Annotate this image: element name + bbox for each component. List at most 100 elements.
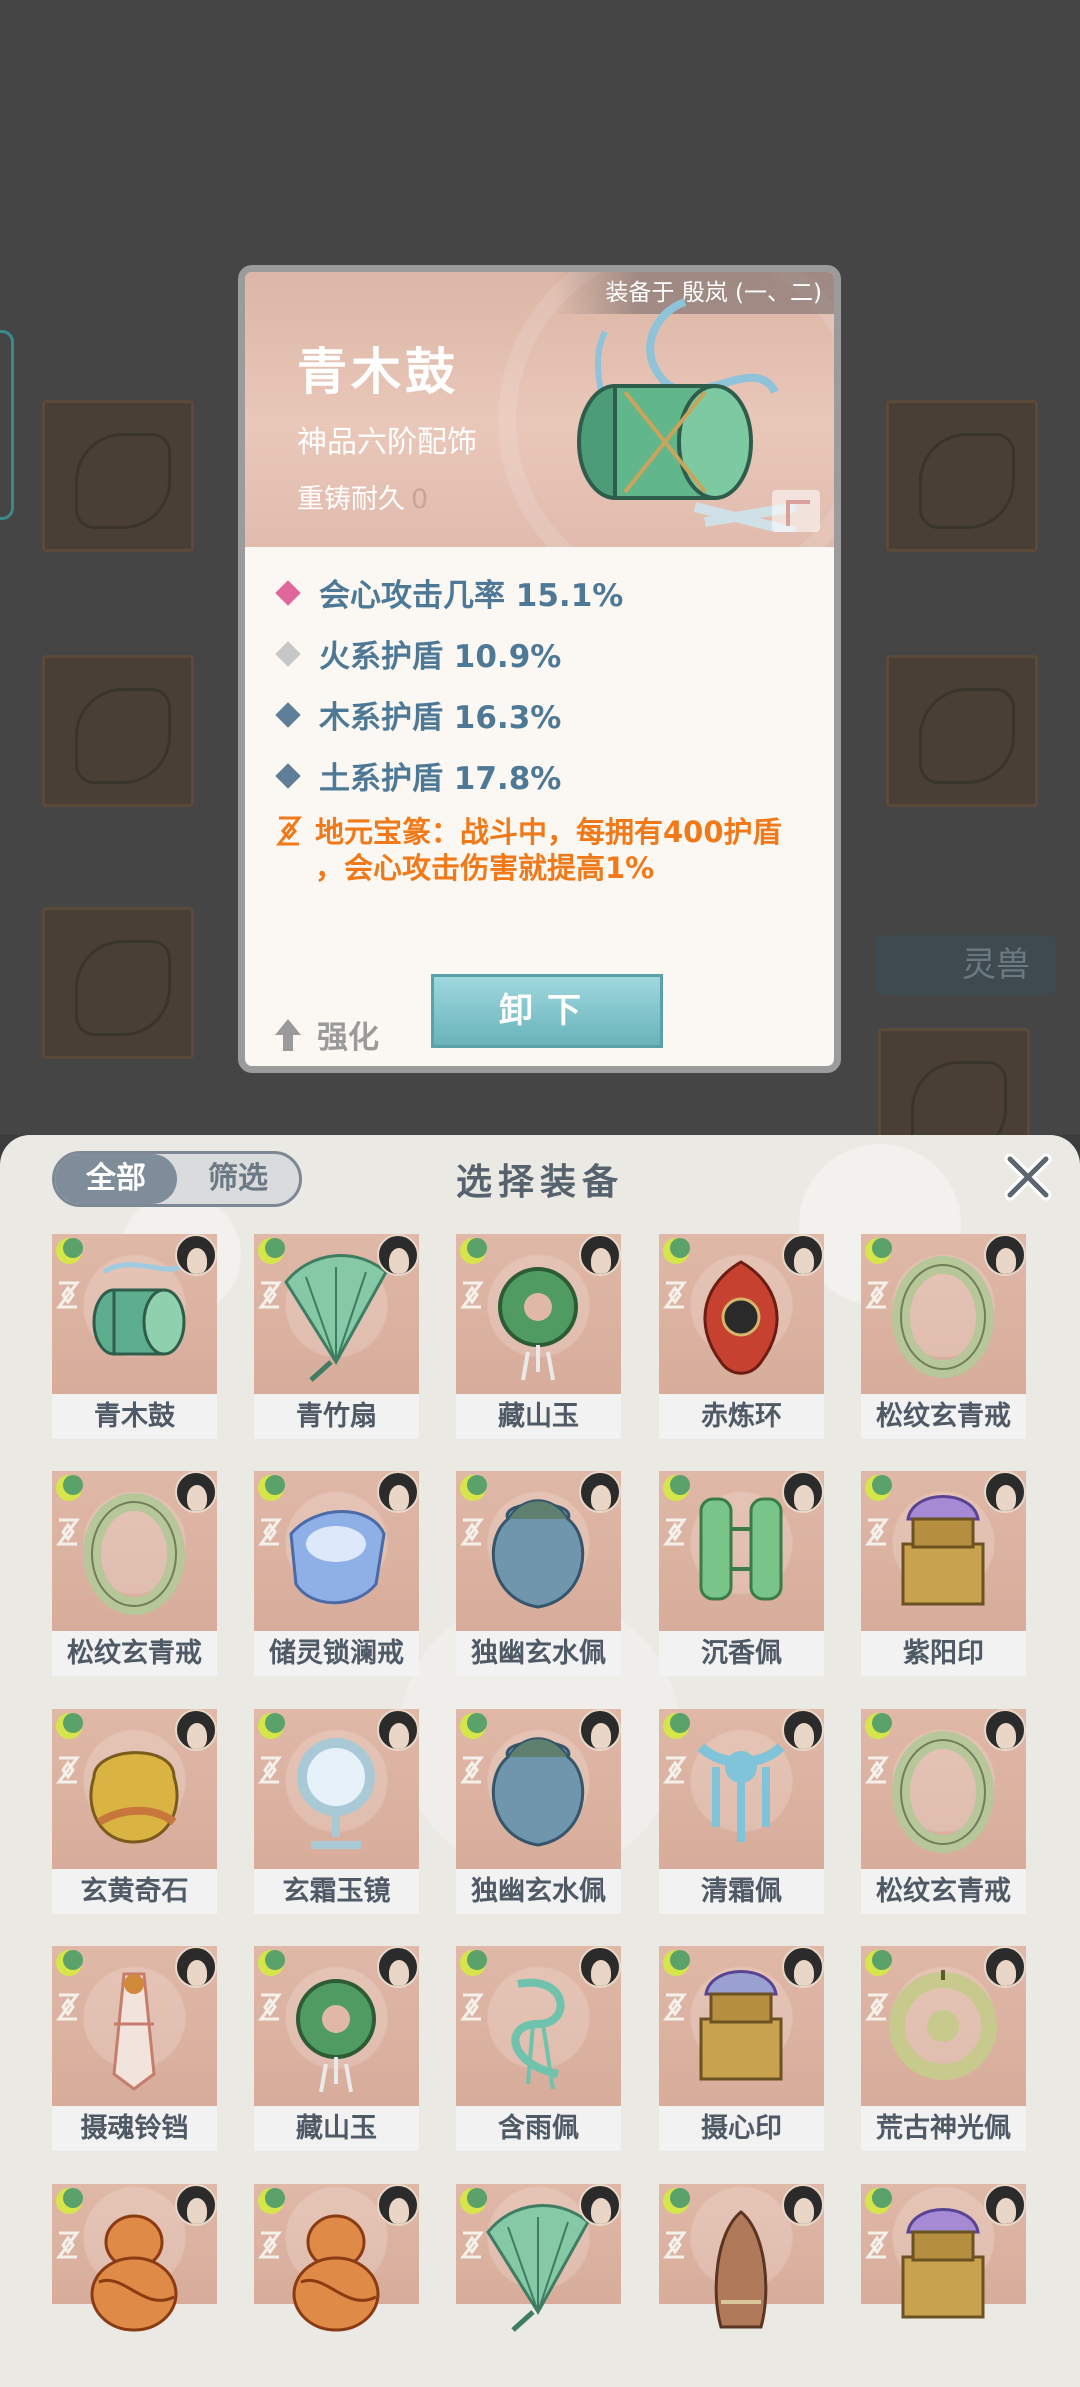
equipment-name: 赤炼环 [659, 1394, 824, 1439]
equipment-card[interactable] [861, 2184, 1026, 2319]
owner-avatar [175, 1946, 217, 1988]
jar-icon [491, 1737, 585, 1847]
element-glyph-icon [865, 1993, 889, 2021]
element-glyph-icon [865, 1281, 889, 1309]
diamond-icon [275, 579, 301, 606]
element-glyph-icon [258, 1993, 282, 2021]
element-glyph-icon [56, 1993, 80, 2021]
equipment-card[interactable] [254, 2184, 419, 2332]
skill-text-line1: 地元宝篆：战斗中，每拥有400护盾 [315, 815, 782, 849]
owner-avatar [984, 1234, 1026, 1276]
jar-icon [491, 1499, 585, 1609]
grade-moon-icon [460, 1950, 487, 1976]
owner-avatar [175, 2184, 217, 2226]
equipment-card[interactable] [456, 2184, 621, 2332]
equipment-artwork [659, 1946, 824, 2106]
element-glyph-icon [56, 1518, 80, 1546]
item-name: 青木鼓 [297, 343, 459, 401]
diamond-icon [275, 701, 301, 728]
grade-moon-icon [663, 1950, 690, 1976]
equipment-card[interactable]: 松纹玄青戒 [861, 1709, 1026, 1914]
equipment-card[interactable]: 储灵锁澜戒 [254, 1471, 419, 1676]
equipment-name: 储灵锁澜戒 [254, 1631, 419, 1676]
side-tab-edge [0, 330, 14, 520]
equipment-card[interactable] [659, 2184, 824, 2329]
equipment-artwork [52, 1946, 217, 2106]
rock-icon [89, 1751, 179, 1844]
grade-moon-icon [258, 2188, 285, 2214]
element-glyph-icon [258, 2231, 282, 2259]
equipment-name: 松纹玄青戒 [861, 1869, 1026, 1914]
durability: 重铸耐久 0 [297, 477, 428, 516]
equipment-artwork [659, 1234, 824, 1394]
equipment-name: 含雨佩 [456, 2106, 621, 2151]
equipment-card[interactable] [52, 2184, 217, 2332]
equipment-card[interactable]: 独幽玄水佩 [456, 1709, 621, 1914]
spirit-beast-tab: 灵兽 [876, 935, 1056, 995]
grade-moon-icon [865, 1950, 892, 1976]
grade-moon-icon [56, 1475, 83, 1501]
equipment-artwork [659, 1709, 824, 1869]
upgrade-button[interactable]: 强化 [273, 1012, 379, 1057]
stat-text: 木系护盾 16.3% [319, 700, 562, 736]
equipment-card[interactable]: 紫阳印 [861, 1471, 1026, 1676]
owner-avatar [579, 1946, 621, 1988]
background-slot [878, 1028, 1030, 1157]
equipment-name: 藏山玉 [254, 2106, 419, 2151]
stat-list: 会心攻击几率 15.1% 火系护盾 10.9% 木系护盾 16.3% 土系护盾 … [269, 562, 829, 886]
grade-moon-icon [460, 1238, 487, 1264]
equipment-card[interactable]: 藏山玉 [456, 1234, 621, 1439]
stat-text: 会心攻击几率 15.1% [319, 578, 624, 614]
owner-avatar [377, 1471, 419, 1513]
equipment-card[interactable]: 青木鼓 [52, 1234, 217, 1439]
diamond-icon [275, 640, 301, 667]
equipment-artwork [52, 2184, 217, 2332]
equipment-card[interactable]: 赤炼环 [659, 1234, 824, 1439]
equipment-artwork [861, 2184, 1026, 2319]
equipment-card[interactable]: 独幽玄水佩 [456, 1471, 621, 1676]
equipment-name: 独幽玄水佩 [456, 1631, 621, 1676]
owner-avatar [377, 1709, 419, 1751]
element-glyph-icon [663, 1518, 687, 1546]
owner-avatar [782, 1471, 824, 1513]
element-glyph-icon [258, 1281, 282, 1309]
owner-avatar [782, 1709, 824, 1751]
equipment-card[interactable]: 松纹玄青戒 [861, 1234, 1026, 1439]
grade-moon-icon [663, 2188, 690, 2214]
equipment-artwork [456, 2184, 621, 2332]
grade-moon-icon [663, 1713, 690, 1739]
equipment-card[interactable]: 玄黄奇石 [52, 1709, 217, 1914]
equipment-card[interactable]: 沉香佩 [659, 1471, 824, 1676]
element-glyph-icon [56, 2231, 80, 2259]
grade-moon-icon [663, 1475, 690, 1501]
owner-avatar [782, 2184, 824, 2226]
owner-avatar [782, 1946, 824, 1988]
drum-artwork [577, 298, 797, 532]
equipment-name: 松纹玄青戒 [861, 1394, 1026, 1439]
diamond-icon [275, 762, 301, 789]
cuff-icon [289, 1510, 386, 1605]
element-glyph-icon [663, 1281, 687, 1309]
close-icon[interactable] [1004, 1153, 1052, 1201]
element-glyph-icon [258, 1756, 282, 1784]
durability-value: 0 [411, 484, 429, 515]
panel-title: 选择装备 [455, 1162, 624, 1203]
equipment-card[interactable]: 摄心印 [659, 1946, 824, 2151]
equipment-card[interactable]: 摄魂铃铛 [52, 1946, 217, 2151]
owner-avatar [579, 1471, 621, 1513]
equipment-card[interactable]: 青竹扇 [254, 1234, 419, 1439]
equipment-card[interactable]: 清霜佩 [659, 1709, 824, 1914]
item-rank: 神品六阶配饰 [297, 425, 477, 460]
equipment-card[interactable]: 含雨佩 [456, 1946, 621, 2151]
lock-icon[interactable] [772, 490, 820, 532]
element-glyph-icon [663, 1993, 687, 2021]
equipment-card[interactable]: 藏山玉 [254, 1946, 419, 2151]
equipment-card[interactable]: 玄霜玉镜 [254, 1709, 419, 1914]
equipment-card[interactable]: 荒古神光佩 [861, 1946, 1026, 2151]
equipment-artwork [456, 1709, 621, 1869]
unequip-button[interactable]: 卸下 [431, 974, 663, 1048]
element-glyph-icon [460, 1518, 484, 1546]
equipment-card[interactable]: 松纹玄青戒 [52, 1471, 217, 1676]
horn-icon [714, 2210, 768, 2329]
stat-row: 土系护盾 17.8% [269, 745, 829, 806]
